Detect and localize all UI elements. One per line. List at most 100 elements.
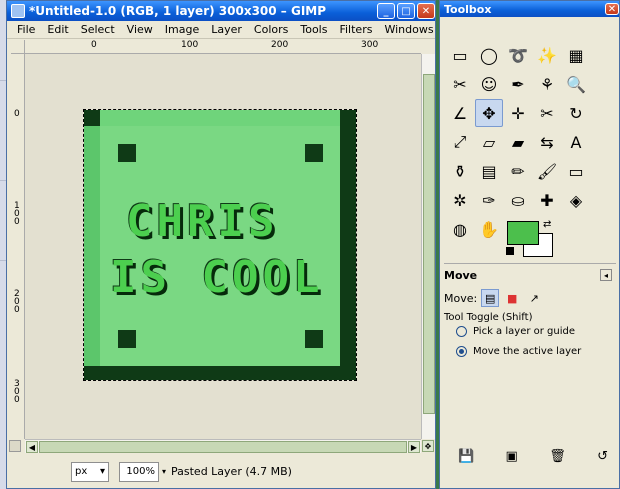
corner-square [118,330,136,348]
move-selection-mode-icon[interactable]: ■ [503,289,521,307]
ink-icon[interactable]: ✑ [475,186,503,214]
measure-icon[interactable]: ∠ [446,99,474,127]
airbrush-icon[interactable]: ✲ [446,186,474,214]
close-button[interactable]: ✕ [417,3,435,19]
crop-icon[interactable]: ✂ [533,99,561,127]
unit-select[interactable]: px ▾ [71,461,109,482]
bucket-fill-icon[interactable]: ⚱ [446,157,474,185]
pencil-icon[interactable]: ✏ [504,157,532,185]
paths-icon[interactable]: ✒ [504,70,532,98]
restore-options-icon[interactable]: ▣ [506,449,518,464]
radio-pick-layer[interactable]: Pick a layer or guide [456,326,575,337]
horizontal-ruler[interactable]: 0 100 200 300 [25,40,421,54]
navigate-icon[interactable]: ✥ [422,440,434,452]
unit-value: px [75,466,88,477]
image-window-titlebar[interactable]: *Untitled-1.0 (RGB, 1 layer) 300x300 – G… [7,1,435,21]
menu-view[interactable]: View [121,23,159,36]
vertical-scrollbar[interactable] [421,54,435,439]
image-corner-dark [84,110,100,126]
scroll-right-arrow[interactable]: ▶ [408,441,420,453]
menu-filters[interactable]: Filters [333,23,378,36]
radio-move-active[interactable]: Move the active layer [456,346,581,357]
menu-colors[interactable]: Colors [248,23,294,36]
radio-pick-layer-label: Pick a layer or guide [473,326,576,337]
toolbox-titlebar[interactable]: Toolbox ✕ [440,1,619,17]
corner-square [305,330,323,348]
scroll-left-arrow[interactable]: ◀ [26,441,38,453]
zoom-value: 100% [126,466,155,477]
tool-options-menu-icon[interactable]: ◂ [600,269,612,281]
blend-icon[interactable]: ▤ [475,157,503,185]
default-colors-icon[interactable] [506,247,514,255]
color-picker-icon[interactable]: ⚘ [533,70,561,98]
blur-icon[interactable]: ◍ [446,215,474,243]
maximize-button[interactable]: □ [397,3,415,19]
minimize-button[interactable]: _ [377,3,395,19]
ellipse-select-icon[interactable]: ◯ [475,41,503,69]
foreground-color-swatch-top[interactable] [507,221,539,245]
eraser-icon[interactable]: ▭ [562,157,590,185]
shear-icon[interactable]: ▱ [475,128,503,156]
menu-tools[interactable]: Tools [294,23,333,36]
heal-icon[interactable]: ✚ [533,186,561,214]
save-options-icon[interactable]: 💾 [458,449,474,464]
move-mode-row: Move: ▤ ■ ↗ [444,289,543,307]
move-icon[interactable]: ✥ [475,99,503,127]
zoom-icon[interactable]: 🔍 [562,70,590,98]
corner-square [305,144,323,162]
corner-square [118,144,136,162]
lasso-icon[interactable]: ➰ [504,41,532,69]
toolbox-bottom-icons: 💾 ▣ 🗑 ↺ [458,449,608,464]
toolbox-title: Toolbox [444,2,492,16]
move-layer-mode-icon[interactable]: ▤ [481,289,500,307]
menu-select[interactable]: Select [75,23,121,36]
reset-options-icon[interactable]: ↺ [597,449,608,464]
horizontal-scrollbar[interactable]: ◀ ▶ [25,439,421,453]
gimp-app-icon [11,4,25,18]
foreground-select-icon[interactable]: ☺ [475,70,503,98]
text-icon[interactable]: A [562,128,590,156]
scissors-icon[interactable]: ✂ [446,70,474,98]
tool-grid: ▭◯➰✨▦✂☺✒⚘🔍∠✥✛✂↻⤢▱▰⇆A⚱▤✏🖌▭✲✑⛀✚◈◍✋● [446,41,616,244]
radio-move-active-label: Move the active layer [473,346,582,357]
ruler-label: 0 [91,40,97,50]
toolbox-close-button[interactable]: ✕ [605,3,619,15]
menu-windows[interactable]: Windows [378,23,439,36]
screen: *Untitled-1.0 (RGB, 1 layer) 300x300 – G… [0,0,620,489]
quick-mask-icon[interactable] [9,440,21,452]
ruler-label: 300 [14,379,20,405]
menu-image[interactable]: Image [159,23,205,36]
flip-icon[interactable]: ⇆ [533,128,561,156]
rotate-icon[interactable]: ↻ [562,99,590,127]
smudge-icon[interactable]: ✋ [475,215,503,243]
delete-options-icon[interactable]: 🗑 [549,449,566,464]
align-icon[interactable]: ✛ [504,99,532,127]
artwork-line1: CHRIS [126,196,279,247]
radio-move-active-circle[interactable] [456,346,467,357]
zoom-input[interactable]: 100% [119,461,159,482]
rect-select-icon[interactable]: ▭ [446,41,474,69]
perspective-icon[interactable]: ▰ [504,128,532,156]
ruler-label: 100 [14,201,20,227]
scale-icon[interactable]: ⤢ [446,128,474,156]
image-bottom-border [84,366,356,380]
clone-icon[interactable]: ⛀ [504,186,532,214]
perspective-clone-icon[interactable]: ◈ [562,186,590,214]
image-layer[interactable]: CHRIS IS COOL [83,109,357,381]
menu-file[interactable]: File [11,23,41,36]
vertical-scroll-thumb[interactable] [423,74,435,414]
zoom-dropdown-icon[interactable]: ▾ [159,462,169,482]
ruler-corner[interactable] [11,40,25,54]
swap-colors-icon[interactable]: ⇄ [543,219,551,230]
menu-edit[interactable]: Edit [41,23,74,36]
color-select-icon[interactable]: ▦ [562,41,590,69]
paintbrush-icon[interactable]: 🖌 [533,157,561,185]
move-path-mode-icon[interactable]: ↗ [525,289,543,307]
ruler-label: 200 [14,289,20,315]
vertical-ruler[interactable]: 0 100 200 300 [11,54,25,439]
fuzzy-select-icon[interactable]: ✨ [533,41,561,69]
menu-layer[interactable]: Layer [205,23,248,36]
horizontal-scroll-thumb[interactable] [39,441,407,453]
layer-info-text: Pasted Layer (4.7 MB) [171,465,292,478]
radio-pick-layer-circle[interactable] [456,326,467,337]
